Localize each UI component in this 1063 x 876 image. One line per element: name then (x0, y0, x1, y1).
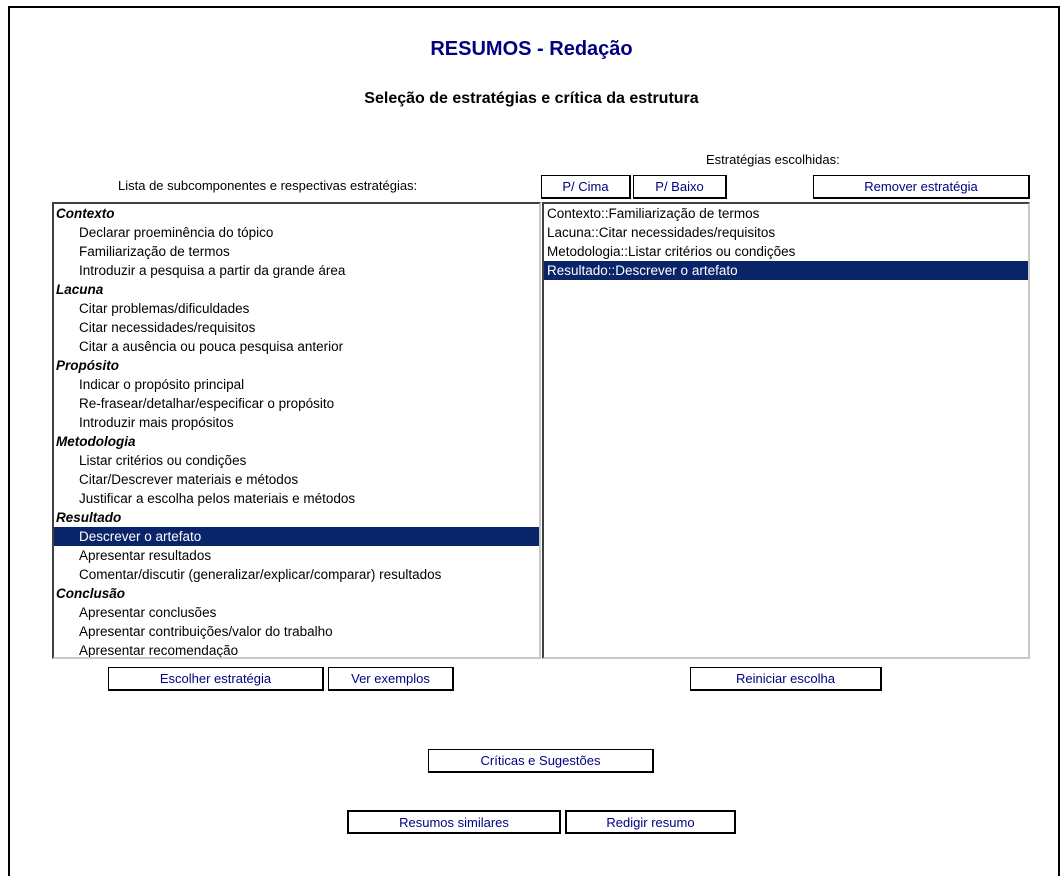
strategy-option[interactable]: Citar/Descrever materiais e métodos (54, 470, 539, 489)
list-group-header[interactable]: Contexto (54, 204, 539, 223)
move-down-button[interactable]: P/ Baixo (633, 175, 727, 199)
strategy-option[interactable]: Descrever o artefato (54, 527, 539, 546)
subcomponent-list-label: Lista de subcomponentes e respectivas es… (118, 178, 418, 193)
page-title: RESUMOS - Redação (430, 38, 633, 60)
remove-strategy-button[interactable]: Remover estratégia (813, 175, 1030, 199)
chosen-strategy-item[interactable]: Metodologia::Listar critérios ou condiçõ… (544, 242, 1028, 261)
page-subtitle: Seleção de estratégias e crítica da estr… (364, 90, 699, 107)
similar-abstracts-button[interactable]: Resumos similares (347, 810, 561, 834)
strategy-option[interactable]: Listar critérios ou condições (54, 451, 539, 470)
strategy-option[interactable]: Citar necessidades/requisitos (54, 318, 539, 337)
list-group-header[interactable]: Conclusão (54, 584, 539, 603)
list-group-header[interactable]: Resultado (54, 508, 539, 527)
view-examples-button[interactable]: Ver exemplos (328, 667, 454, 691)
critiques-suggestions-button[interactable]: Críticas e Sugestões (428, 749, 654, 773)
strategy-option[interactable]: Citar a ausência ou pouca pesquisa anter… (54, 337, 539, 356)
list-group-header[interactable]: Propósito (54, 356, 539, 375)
chosen-strategy-item[interactable]: Contexto::Familiarização de termos (544, 204, 1028, 223)
chosen-strategy-list[interactable]: Contexto::Familiarização de termos Lacuna… (542, 202, 1030, 659)
strategy-option[interactable]: Introduzir mais propósitos (54, 413, 539, 432)
chosen-strategy-item[interactable]: Resultado::Descrever o artefato (544, 261, 1028, 280)
list-group-header[interactable]: Lacuna (54, 280, 539, 299)
move-up-button[interactable]: P/ Cima (541, 175, 631, 199)
strategy-option[interactable]: Apresentar resultados (54, 546, 539, 565)
strategy-option[interactable]: Apresentar recomendação (54, 641, 539, 657)
strategy-option[interactable]: Citar problemas/dificuldades (54, 299, 539, 318)
strategy-option[interactable]: Apresentar conclusões (54, 603, 539, 622)
list-group-header[interactable]: Metodologia (54, 432, 539, 451)
strategy-option[interactable]: Declarar proeminência do tópico (54, 223, 539, 242)
strategy-option[interactable]: Indicar o propósito principal (54, 375, 539, 394)
chosen-strategies-label: Estratégias escolhidas: (706, 152, 840, 167)
reset-choice-button[interactable]: Reiniciar escolha (690, 667, 882, 691)
write-abstract-button[interactable]: Redigir resumo (565, 810, 736, 834)
strategy-option[interactable]: Apresentar contribuições/valor do trabal… (54, 622, 539, 641)
strategy-option[interactable]: Justificar a escolha pelos materiais e m… (54, 489, 539, 508)
subcomponent-strategy-list[interactable]: Contexto Declarar proeminência do tópico F… (52, 202, 541, 659)
strategy-option[interactable]: Introduzir a pesquisa a partir da grande… (54, 261, 539, 280)
choose-strategy-button[interactable]: Escolher estratégia (108, 667, 324, 691)
strategy-option[interactable]: Re-frasear/detalhar/especificar o propós… (54, 394, 539, 413)
strategy-option[interactable]: Comentar/discutir (generalizar/explicar/… (54, 565, 539, 584)
strategy-option[interactable]: Familiarização de termos (54, 242, 539, 261)
chosen-strategy-item[interactable]: Lacuna::Citar necessidades/requisitos (544, 223, 1028, 242)
